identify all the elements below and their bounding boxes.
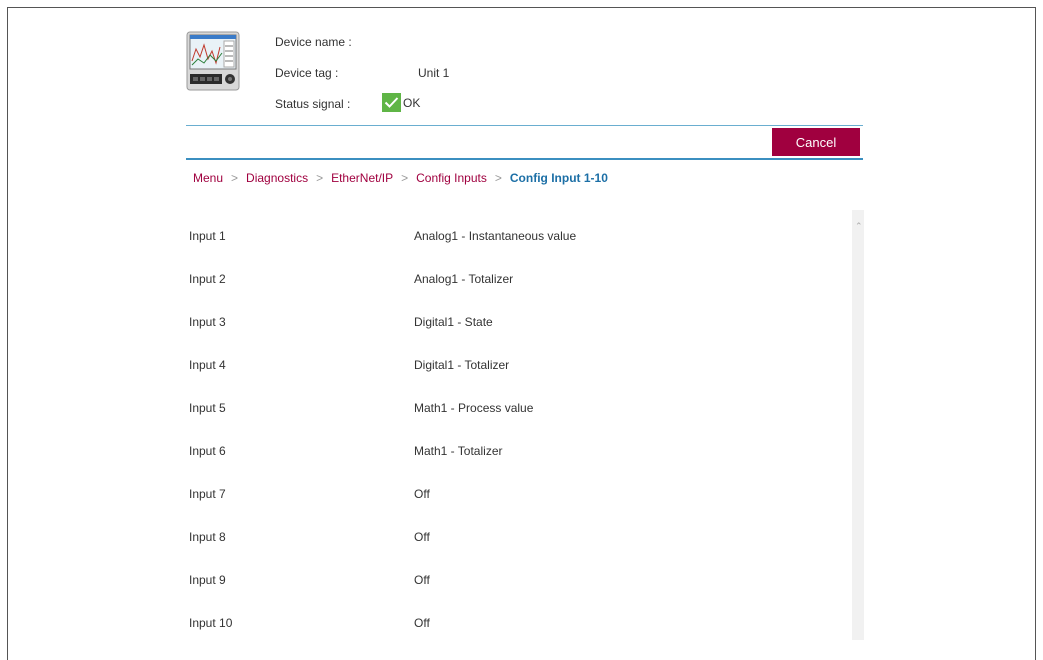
checkmark-icon	[382, 93, 401, 112]
cancel-button[interactable]: Cancel	[772, 128, 860, 156]
scroll-up-arrow-icon[interactable]: ⌃	[855, 222, 863, 231]
breadcrumb-menu[interactable]: Menu	[193, 171, 223, 185]
status-value: OK	[403, 95, 421, 110]
input-3-label: Input 3	[189, 315, 226, 329]
breadcrumb-separator: >	[401, 171, 409, 185]
input-8-value[interactable]: Off	[414, 530, 430, 544]
breadcrumb-current: Config Input 1-10	[509, 171, 608, 185]
device-name-label: Device name :	[275, 35, 352, 49]
breadcrumb-separator: >	[231, 171, 239, 185]
input-9-value[interactable]: Off	[414, 573, 430, 587]
header-divider	[186, 125, 863, 126]
input-2-value[interactable]: Analog1 - Totalizer	[414, 272, 513, 286]
input-8-label: Input 8	[189, 530, 226, 544]
input-2-label: Input 2	[189, 272, 226, 286]
device-tag-label: Device tag :	[275, 66, 339, 80]
input-3-value[interactable]: Digital1 - State	[414, 315, 493, 329]
breadcrumb-ethernet-ip[interactable]: EtherNet/IP	[331, 171, 393, 185]
input-7-label: Input 7	[189, 487, 226, 501]
input-4-label: Input 4	[189, 358, 226, 372]
input-10-label: Input 10	[189, 616, 233, 630]
toolbar-divider	[186, 158, 863, 160]
status-signal-label: Status signal :	[275, 97, 351, 111]
scrollbar[interactable]	[852, 210, 864, 640]
status-indicator: OK	[382, 93, 420, 112]
input-1-label: Input 1	[189, 229, 226, 243]
breadcrumb-config-inputs[interactable]: Config Inputs	[416, 171, 487, 185]
input-6-value[interactable]: Math1 - Totalizer	[414, 444, 502, 458]
page-frame	[7, 7, 1036, 660]
input-1-value[interactable]: Analog1 - Instantaneous value	[414, 229, 576, 243]
input-7-value[interactable]: Off	[414, 487, 430, 501]
input-6-label: Input 6	[189, 444, 226, 458]
device-image-icon	[186, 31, 240, 91]
input-4-value[interactable]: Digital1 - Totalizer	[414, 358, 509, 372]
breadcrumb-separator: >	[316, 171, 324, 185]
input-9-label: Input 9	[189, 573, 226, 587]
input-5-label: Input 5	[189, 401, 226, 415]
breadcrumb-separator: >	[494, 171, 502, 185]
breadcrumb-diagnostics[interactable]: Diagnostics	[246, 171, 308, 185]
breadcrumb: Menu > Diagnostics > EtherNet/IP > Confi…	[193, 171, 608, 185]
input-5-value[interactable]: Math1 - Process value	[414, 401, 533, 415]
device-tag-value: Unit 1	[418, 66, 450, 80]
input-10-value[interactable]: Off	[414, 616, 430, 630]
